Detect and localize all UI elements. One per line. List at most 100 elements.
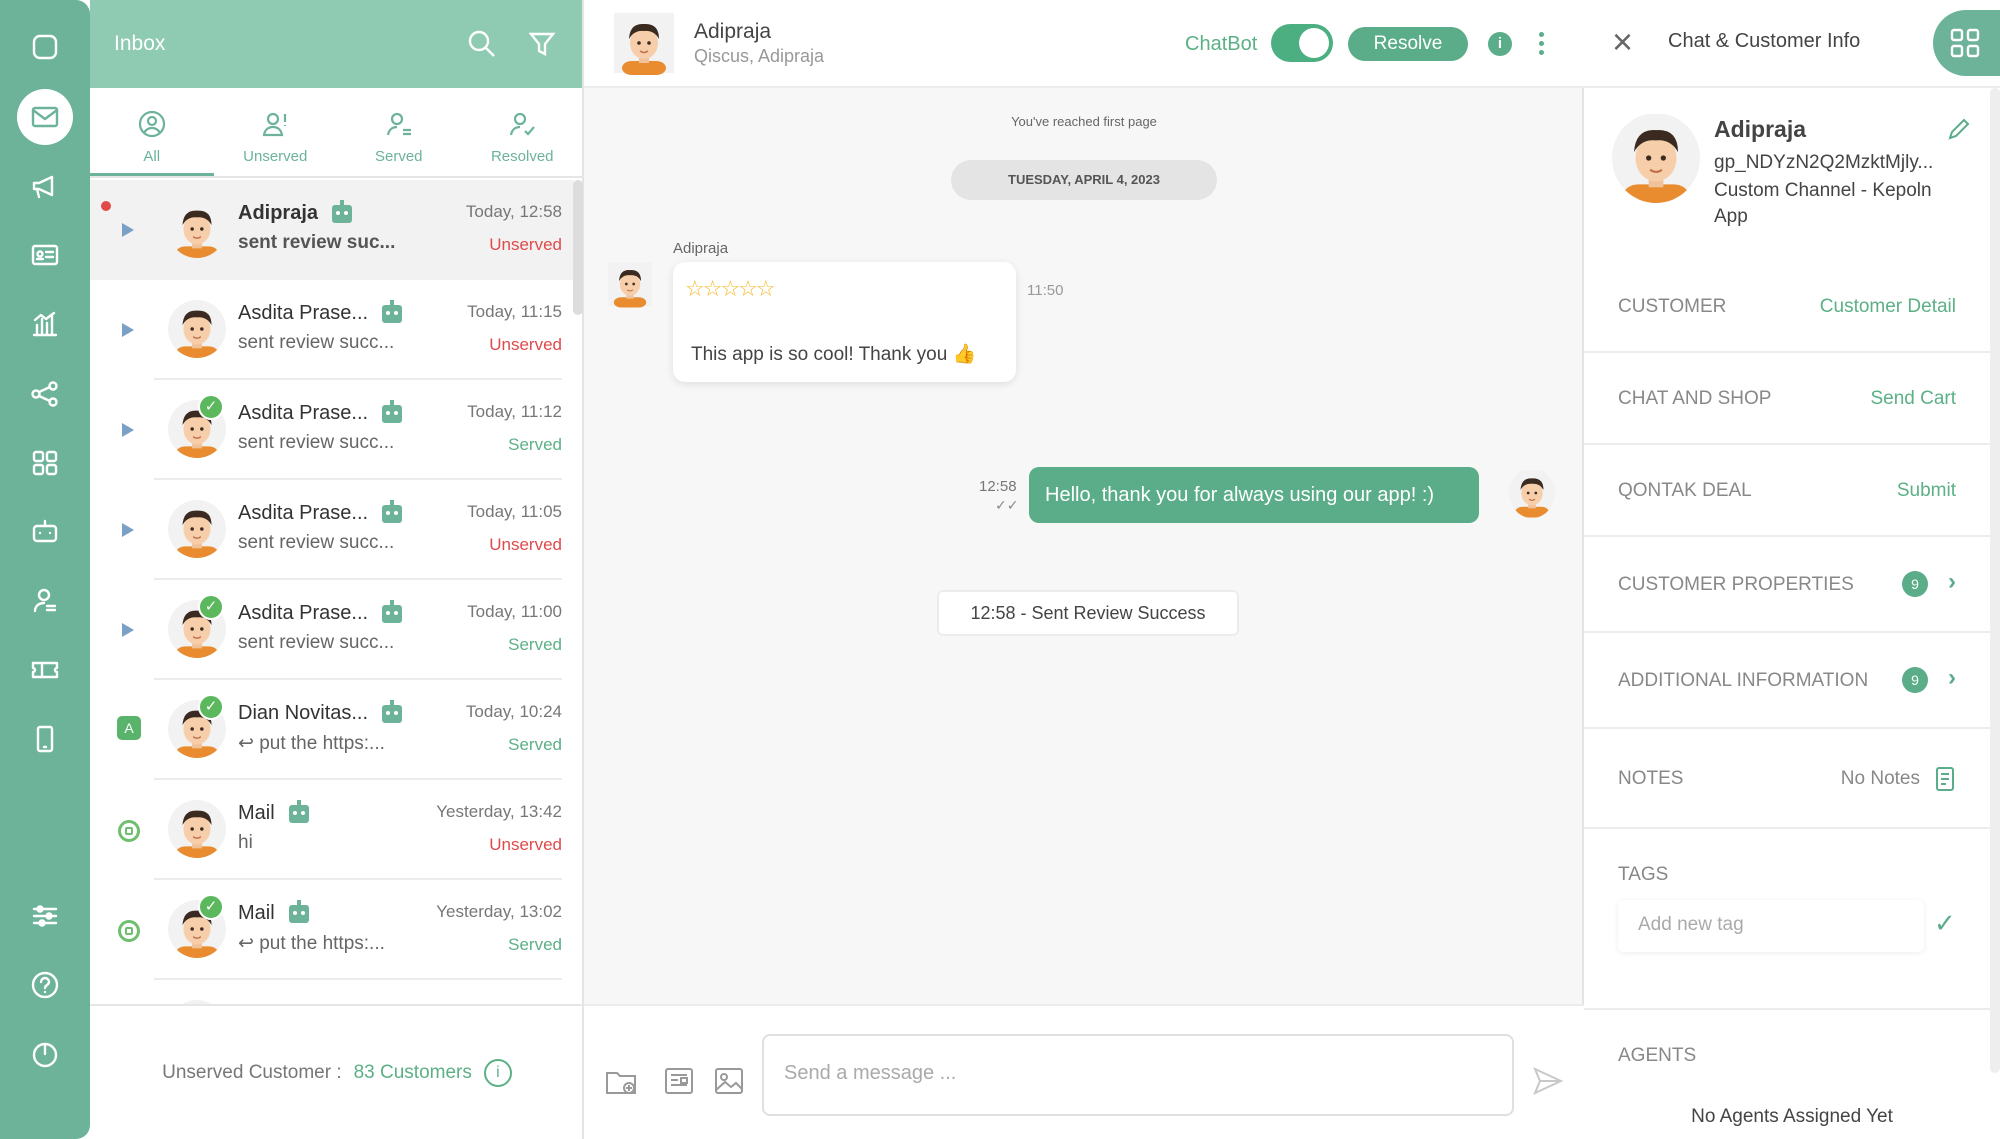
timestamp: Today, 11:05 xyxy=(467,502,562,521)
conversation-row[interactable]: Mail hi Yesterday, 13:42 Unserved xyxy=(90,780,574,880)
qontak-deal-label: QONTAK DEAL xyxy=(1618,480,1752,501)
nav-rail xyxy=(0,0,90,1139)
customer-properties-label: CUSTOMER PROPERTIES xyxy=(1618,574,1854,595)
message-preview: sent review succ... xyxy=(238,432,395,453)
timestamp: Today, 11:00 xyxy=(467,602,562,621)
side-scrollbar[interactable] xyxy=(1990,88,2000,1073)
google-play-icon xyxy=(122,623,134,637)
conversation-row[interactable]: ✓ Asdita Prase... sent review succ... To… xyxy=(90,380,574,480)
contact-name: Asdita Prase... xyxy=(238,602,369,624)
tab-served[interactable]: Served xyxy=(337,88,461,176)
resolve-button[interactable]: Resolve xyxy=(1348,27,1468,61)
notes-value: No Notes xyxy=(1840,768,1920,789)
unserved-summary: Unserved Customer : 83 Customers i xyxy=(90,1004,584,1139)
bot-icon xyxy=(382,399,403,423)
message-preview: hi xyxy=(238,832,253,853)
ticket-icon[interactable] xyxy=(18,643,72,697)
timestamp: Yesterday, 13:42 xyxy=(436,802,562,821)
customer-detail-link[interactable]: Customer Detail xyxy=(1820,296,1956,318)
timestamp: Yesterday, 13:02 xyxy=(436,902,562,921)
chatbot-toggle[interactable] xyxy=(1271,24,1333,62)
timestamp: Today, 11:12 xyxy=(467,402,562,421)
add-tag-input[interactable]: Add new tag xyxy=(1618,900,1924,952)
tab-resolved[interactable]: Resolved xyxy=(461,88,585,176)
agent-user-icon[interactable] xyxy=(18,574,72,628)
integration-share-icon[interactable] xyxy=(18,367,72,421)
message-preview: put the https:... xyxy=(259,933,385,954)
unserved-count-link[interactable]: 83 Customers xyxy=(354,1062,472,1084)
tab-unserved[interactable]: Unserved xyxy=(214,88,338,176)
info-icon[interactable]: i xyxy=(1488,32,1512,56)
message-preview: sent review succ... xyxy=(238,332,395,353)
broadcast-megaphone-icon[interactable] xyxy=(18,159,72,213)
avatar xyxy=(168,800,226,858)
count-badge: 9 xyxy=(1902,667,1928,693)
image-icon[interactable] xyxy=(712,1064,746,1098)
info-icon[interactable]: i xyxy=(483,1058,512,1087)
bot-icon xyxy=(288,799,309,823)
section-customer-properties[interactable]: CUSTOMER PROPERTIES 9 › xyxy=(1584,537,2000,633)
contact-name: Dian Novitas... xyxy=(238,702,369,724)
chat-contact-sub: Qiscus, Adipraja xyxy=(694,46,825,66)
status-badge: Served xyxy=(508,635,562,654)
contact-name: Asdita Prase... xyxy=(238,402,369,424)
more-options-icon[interactable] xyxy=(1539,32,1545,56)
tab-unserved-label: Unserved xyxy=(243,148,308,165)
count-badge: 9 xyxy=(1902,571,1928,597)
unserved-label: Unserved Customer : xyxy=(162,1061,342,1083)
status-badge: Unserved xyxy=(489,835,562,854)
conversation-row[interactable]: ✓ Mail ↩ put the https:... Yesterday, 13… xyxy=(90,880,574,980)
google-play-icon xyxy=(122,323,134,337)
apps-grid-icon[interactable] xyxy=(18,436,72,490)
status-badge: Served xyxy=(508,735,562,754)
notes-document-icon[interactable] xyxy=(1934,766,1956,792)
search-icon[interactable] xyxy=(466,28,498,60)
send-icon[interactable] xyxy=(1531,1064,1565,1098)
conversation-row[interactable]: A ✓ Dian Novitas... ↩ put the https:... … xyxy=(90,680,574,780)
contact-card-icon[interactable] xyxy=(18,228,72,282)
template-card-icon[interactable] xyxy=(662,1064,696,1098)
message-input[interactable]: Send a message ... xyxy=(762,1034,1514,1116)
section-additional-information[interactable]: ADDITIONAL INFORMATION 9 › xyxy=(1584,633,2000,729)
reply-icon: ↩ xyxy=(238,933,260,954)
chat-bubble-icon[interactable] xyxy=(18,20,72,74)
chatbot-label: ChatBot xyxy=(1185,33,1258,55)
mobile-device-icon[interactable] xyxy=(18,712,72,766)
chevron-right-icon: › xyxy=(1948,568,1956,595)
avatar xyxy=(168,500,226,558)
settings-sliders-icon[interactable] xyxy=(18,889,72,943)
conversation-row[interactable]: Asdita Prase... sent review succ... Toda… xyxy=(90,280,574,380)
send-cart-link[interactable]: Send Cart xyxy=(1870,388,1956,410)
status-badge: Served xyxy=(508,435,562,454)
user-served-icon xyxy=(386,112,411,136)
message-preview: sent review suc... xyxy=(238,232,396,253)
conversation-row[interactable]: Asdita Prase... sent review succ... Toda… xyxy=(90,480,574,580)
analytics-chart-icon[interactable] xyxy=(18,297,72,351)
submit-deal-link[interactable]: Submit xyxy=(1897,480,1956,502)
user-alert-icon xyxy=(262,112,287,137)
mail-channel-icon xyxy=(118,820,140,842)
attach-folder-icon[interactable] xyxy=(604,1064,638,1098)
section-chat-shop: CHAT AND SHOP Send Cart xyxy=(1584,353,2000,445)
google-play-icon xyxy=(122,523,134,537)
check-icon: ✓ xyxy=(198,594,224,620)
unread-dot xyxy=(101,201,111,211)
double-check-icon: ✓✓ xyxy=(995,497,1019,513)
google-play-icon xyxy=(122,423,134,437)
filter-icon[interactable] xyxy=(526,28,558,60)
inbox-tabs: All Unserved Served Resolved xyxy=(90,88,584,178)
conversation-row[interactable]: Adipraja sent review suc... Today, 12:58… xyxy=(90,180,574,280)
conversation-list: Adipraja sent review suc... Today, 12:58… xyxy=(90,180,574,1005)
conversation-row[interactable] xyxy=(90,980,574,1005)
system-event: 12:58 - Sent Review Success xyxy=(937,590,1239,636)
google-play-icon xyxy=(122,223,134,237)
inbox-mail-icon[interactable] xyxy=(17,89,73,145)
inbox-scrollbar[interactable] xyxy=(573,180,583,315)
tab-served-label: Served xyxy=(374,148,423,165)
conversation-row[interactable]: ✓ Asdita Prase... sent review succ... To… xyxy=(90,580,574,680)
power-logout-icon[interactable] xyxy=(18,1027,72,1081)
tab-all[interactable]: All xyxy=(90,88,214,176)
confirm-tag-icon[interactable]: ✓ xyxy=(1934,908,1956,939)
help-question-icon[interactable] xyxy=(18,958,72,1012)
chatbot-robot-icon[interactable] xyxy=(18,505,72,559)
